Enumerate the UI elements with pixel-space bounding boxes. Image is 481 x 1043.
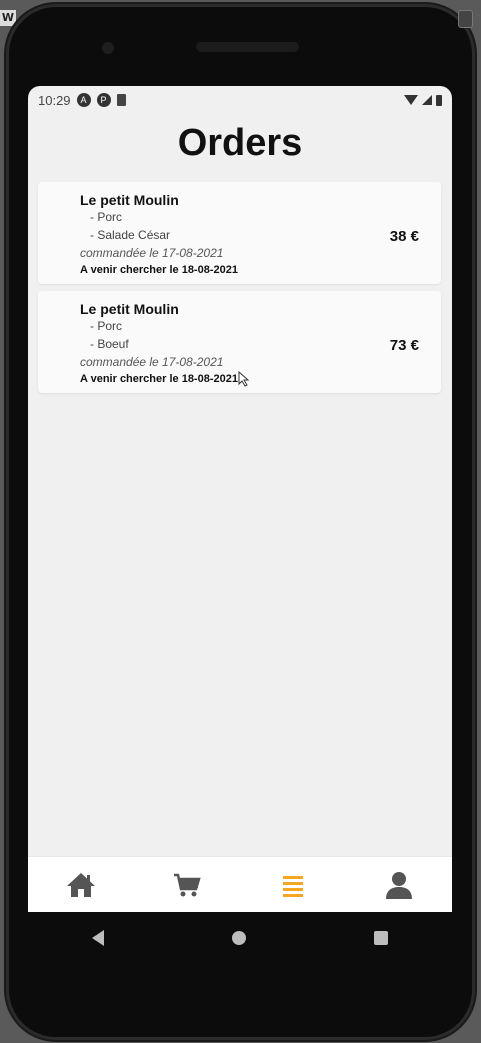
window-badge: W: [0, 10, 16, 26]
front-camera: [102, 42, 114, 54]
page-title: Orders: [177, 122, 303, 164]
back-icon[interactable]: [92, 930, 104, 946]
restaurant-name: Le petit Moulin: [80, 301, 179, 317]
order-item: - Porc: [90, 319, 123, 333]
home-button-icon[interactable]: [232, 931, 246, 945]
list-icon: [283, 876, 303, 897]
nav-cart[interactable]: [157, 860, 217, 910]
app-screen: 10:29 A P Orders Le petit Moulin - Porc …: [28, 86, 452, 912]
nav-orders[interactable]: [263, 860, 323, 910]
order-item: - Salade César: [90, 228, 171, 242]
wifi-icon: [404, 95, 418, 105]
signal-icon: [422, 95, 432, 105]
order-date: commandée le 17-08-2021: [80, 246, 224, 260]
bottom-nav: [28, 856, 452, 912]
mouse-cursor-icon: [238, 371, 250, 387]
sim-card-icon: [116, 94, 126, 106]
order-date: commandée le 17-08-2021: [80, 355, 224, 369]
status-right: [404, 94, 442, 106]
order-price: 38 €: [389, 228, 419, 245]
home-icon: [67, 873, 95, 897]
battery-icon: [436, 94, 442, 106]
nav-profile[interactable]: [369, 860, 429, 910]
system-nav-bar: [28, 912, 452, 964]
status-bar: 10:29 A P: [28, 86, 452, 114]
status-time: 10:29: [38, 92, 71, 108]
pickup-date: A venir chercher le 18-08-2021: [80, 373, 238, 385]
order-card[interactable]: Le petit Moulin - Porc - Salade César co…: [38, 182, 441, 284]
notification-p-icon: P: [96, 93, 111, 107]
order-item: - Boeuf: [90, 337, 129, 351]
status-left: 10:29 A P: [38, 93, 126, 108]
nav-home[interactable]: [51, 860, 111, 910]
window-control-icon[interactable]: [458, 10, 473, 28]
earpiece-speaker: [196, 42, 299, 52]
pickup-date: A venir chercher le 18-08-2021: [80, 264, 238, 276]
order-item: - Porc: [90, 210, 123, 224]
recent-apps-icon[interactable]: [374, 931, 388, 945]
restaurant-name: Le petit Moulin: [80, 192, 179, 208]
order-price: 73 €: [389, 337, 419, 354]
notification-a-icon: A: [76, 93, 91, 107]
user-icon: [386, 872, 412, 899]
cart-icon: [174, 873, 201, 897]
